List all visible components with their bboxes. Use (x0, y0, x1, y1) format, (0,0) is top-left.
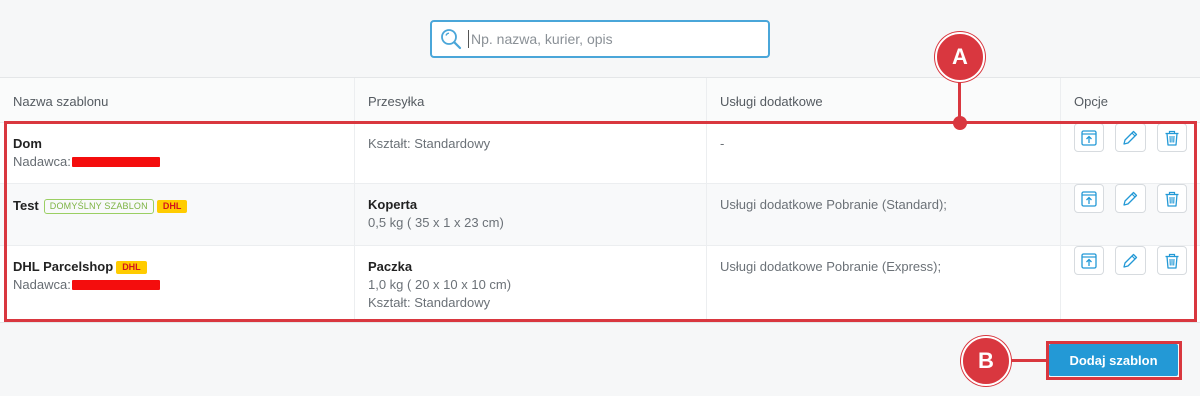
default-template-badge: DOMYŚLNY SZABLON (43, 198, 154, 214)
shipment-detail: Kształt: Standardowy (368, 136, 491, 151)
pencil-icon (1123, 253, 1138, 268)
delete-button[interactable] (1156, 123, 1187, 152)
services-cell: Usługi dodatkowe Pobranie (Express); (707, 246, 1061, 322)
export-button[interactable] (1074, 123, 1105, 152)
annotation-a-anchor (953, 116, 967, 130)
table-row: Test DOMYŚLNY SZABLON DHL Koperta 0,5 kg… (0, 184, 1200, 246)
upload-icon (1081, 129, 1097, 146)
upload-icon (1081, 190, 1097, 207)
edit-button[interactable] (1115, 184, 1146, 213)
search-box[interactable] (430, 20, 770, 58)
shipment-shape: Kształt: Standardowy (368, 295, 491, 310)
edit-button[interactable] (1115, 123, 1146, 152)
header-template-name[interactable]: Nazwa szablonu (0, 78, 355, 122)
table-row: Dom Nadawca: Kształt: Standardowy - (0, 123, 1200, 184)
redacted-sender (71, 157, 160, 167)
header-shipment[interactable]: Przesyłka (355, 78, 707, 122)
services-text: - (720, 136, 725, 151)
services-text: Usługi dodatkowe Pobranie (Express); (720, 259, 942, 274)
options-cell (1061, 246, 1200, 322)
search-input[interactable] (468, 30, 748, 48)
template-name-cell: Test DOMYŚLNY SZABLON DHL (0, 184, 355, 245)
template-name-cell: Dom Nadawca: (0, 123, 355, 183)
shipment-type: Paczka (368, 259, 413, 274)
pencil-icon (1123, 130, 1138, 145)
templates-table: Nazwa szablonu Przesyłka Usługi dodatkow… (0, 77, 1200, 323)
annotation-b-marker: B (961, 336, 1011, 386)
annotation-b-connector (1008, 359, 1047, 362)
sender-label: Nadawca: (13, 277, 71, 292)
options-cell (1061, 184, 1200, 245)
template-name-cell: DHL Parcelshop DHL Nadawca: (0, 246, 355, 322)
table-header: Nazwa szablonu Przesyłka Usługi dodatkow… (0, 78, 1200, 123)
pencil-icon (1123, 191, 1138, 206)
template-name: Dom (13, 136, 42, 151)
shipment-cell: Kształt: Standardowy (355, 123, 707, 183)
delete-button[interactable] (1156, 184, 1187, 213)
services-text: Usługi dodatkowe Pobranie (Standard); (720, 197, 947, 212)
header-options: Opcje (1074, 93, 1108, 109)
services-cell: Usługi dodatkowe Pobranie (Standard); (707, 184, 1061, 245)
search-icon (441, 29, 462, 50)
trash-icon (1165, 191, 1179, 207)
trash-icon (1165, 130, 1179, 146)
export-button[interactable] (1074, 184, 1105, 213)
services-cell: - (707, 123, 1061, 183)
header-additional-services[interactable]: Usługi dodatkowe (707, 78, 1061, 122)
redacted-sender (71, 280, 160, 290)
upload-icon (1081, 252, 1097, 269)
shipment-detail: 0,5 kg ( 35 x 1 x 23 cm) (368, 215, 504, 230)
export-button[interactable] (1074, 246, 1105, 275)
trash-icon (1165, 253, 1179, 269)
table-row: DHL Parcelshop DHL Nadawca: Paczka 1,0 k… (0, 246, 1200, 322)
add-template-button[interactable]: Dodaj szablon (1049, 344, 1178, 376)
edit-button[interactable] (1115, 246, 1146, 275)
template-name: DHL Parcelshop (13, 259, 114, 274)
sender-label: Nadawca: (13, 154, 71, 169)
template-name: Test (13, 198, 39, 213)
shipment-type: Koperta (368, 197, 418, 212)
shipment-cell: Koperta 0,5 kg ( 35 x 1 x 23 cm) (355, 184, 707, 245)
shipment-cell: Paczka 1,0 kg ( 20 x 10 x 10 cm) Kształt… (355, 246, 707, 322)
annotation-a-marker: A (935, 32, 985, 82)
carrier-badge: DHL (116, 260, 147, 274)
delete-button[interactable] (1156, 246, 1187, 275)
shipment-detail: 1,0 kg ( 20 x 10 x 10 cm) (368, 277, 512, 292)
carrier-badge: DHL (156, 199, 188, 213)
options-cell (1061, 123, 1200, 183)
